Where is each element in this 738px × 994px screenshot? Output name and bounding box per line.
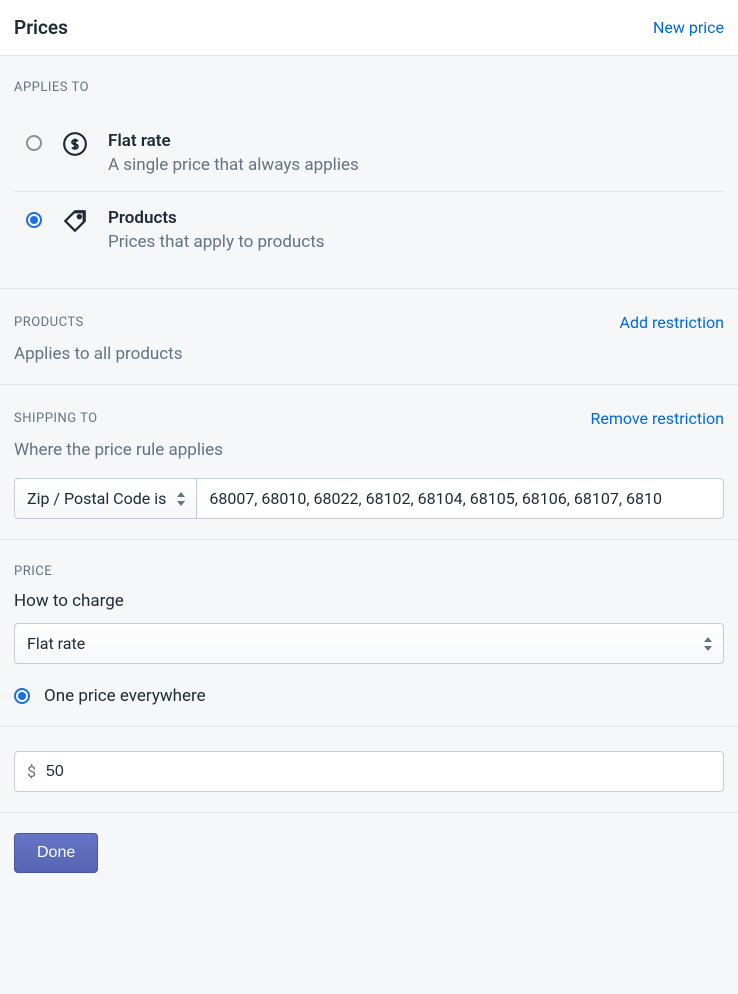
- option-flat-rate-desc: A single price that always applies: [108, 155, 724, 175]
- option-flat-rate-title: Flat rate: [108, 131, 724, 151]
- shipping-section: SHIPPING TO Remove restriction Where the…: [0, 385, 738, 540]
- price-scope-option[interactable]: One price everywhere: [14, 686, 724, 706]
- applies-to-options: Flat rate A single price that always app…: [14, 115, 724, 268]
- option-products-title: Products: [108, 208, 724, 228]
- page-header: Prices New price: [0, 0, 738, 56]
- shipping-zip-input[interactable]: 68007, 68010, 68022, 68102, 68104, 68105…: [197, 478, 724, 519]
- option-products-desc: Prices that apply to products: [108, 232, 724, 252]
- price-amount-input[interactable]: $: [14, 751, 724, 792]
- products-label: PRODUCTS: [14, 315, 84, 330]
- select-caret-icon: [176, 492, 186, 506]
- currency-symbol: $: [27, 762, 36, 781]
- radio-flat-rate[interactable]: [26, 135, 42, 151]
- applies-to-section: APPLIES TO Flat rate A single price that…: [0, 56, 738, 289]
- shipping-condition-select[interactable]: Zip / Postal Code is: [14, 478, 197, 519]
- add-restriction-link[interactable]: Add restriction: [620, 313, 724, 332]
- radio-one-price[interactable]: [14, 688, 30, 704]
- price-amount-field[interactable]: [46, 763, 711, 781]
- new-price-link[interactable]: New price: [653, 18, 724, 37]
- products-section: PRODUCTS Add restriction Applies to all …: [0, 289, 738, 385]
- done-button[interactable]: Done: [14, 833, 98, 873]
- page-title: Prices: [14, 16, 68, 39]
- option-products-content: Products Prices that apply to products: [108, 208, 724, 252]
- shipping-input-row: Zip / Postal Code is 68007, 68010, 68022…: [14, 478, 724, 519]
- price-label: PRICE: [14, 564, 724, 579]
- option-flat-rate-content: Flat rate A single price that always app…: [108, 131, 724, 175]
- tag-icon: [62, 208, 88, 234]
- price-amount-section: $: [0, 727, 738, 813]
- select-caret-icon: [703, 637, 713, 651]
- radio-products[interactable]: [26, 212, 42, 228]
- how-to-charge-label: How to charge: [14, 591, 724, 611]
- how-to-charge-select[interactable]: Flat rate: [14, 623, 724, 664]
- footer: Done: [0, 813, 738, 893]
- products-summary: Applies to all products: [14, 344, 724, 364]
- applies-to-label: APPLIES TO: [14, 80, 724, 95]
- price-scope-label: One price everywhere: [44, 686, 206, 706]
- option-products[interactable]: Products Prices that apply to products: [14, 191, 724, 268]
- shipping-condition-value: Zip / Postal Code is: [27, 489, 166, 508]
- remove-restriction-link[interactable]: Remove restriction: [590, 409, 724, 428]
- shipping-label: SHIPPING TO: [14, 411, 98, 426]
- shipping-summary: Where the price rule applies: [14, 440, 724, 460]
- how-to-charge-value: Flat rate: [27, 634, 85, 653]
- option-flat-rate[interactable]: Flat rate A single price that always app…: [14, 115, 724, 191]
- dollar-icon: [62, 131, 88, 157]
- price-section: PRICE How to charge Flat rate One price …: [0, 540, 738, 727]
